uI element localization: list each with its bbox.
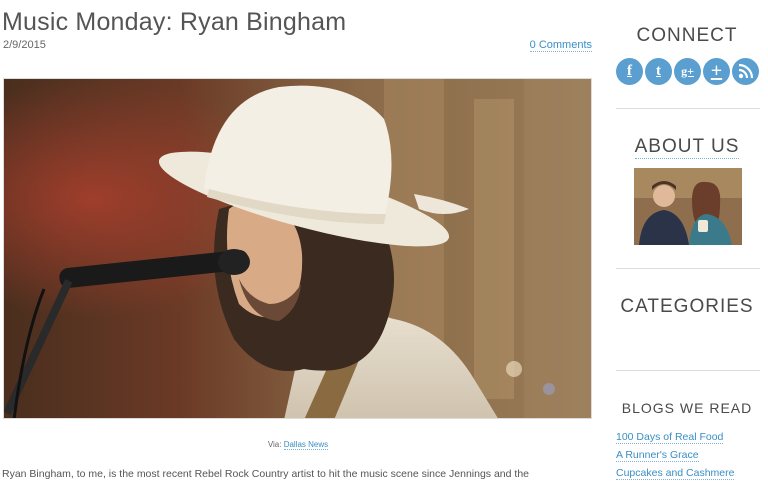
list-item: Cupcakes and Cashmere — [616, 464, 735, 481]
comments-link[interactable]: 0 Comments — [529, 39, 592, 52]
social-icons: f t g+ + — [616, 58, 760, 86]
twitter-icon[interactable]: t — [645, 58, 672, 85]
post-date: 2/9/2015 — [3, 39, 46, 51]
blogs-we-read-title: BLOGS WE READ — [621, 400, 753, 416]
list-item: 100 Days of Real Food — [616, 428, 734, 446]
main-column: Music Monday: Ryan Bingham 2/9/2015 0 Co… — [0, 0, 596, 481]
post-body-text: Ryan Bingham, to me, is the most recent … — [2, 468, 530, 480]
photo-caption: Via: Dallas News — [0, 440, 596, 450]
rss-icon[interactable] — [732, 58, 759, 85]
sidebar-divider — [616, 108, 760, 109]
sidebar-divider — [616, 268, 760, 269]
caption-source-link[interactable]: Dallas News — [283, 440, 329, 450]
sidebar: CONNECT f t g+ + ABOUT US CATEGORIES BLO… — [612, 0, 762, 481]
post-title: Music Monday: Ryan Bingham — [2, 8, 347, 36]
connect-title: CONNECT — [636, 25, 738, 46]
about-us-photo[interactable] — [634, 168, 742, 245]
blog-link[interactable]: A Runner's Grace — [616, 449, 699, 462]
plus-icon[interactable]: + — [703, 58, 730, 85]
sidebar-divider — [616, 370, 760, 371]
blog-link[interactable]: Cupcakes and Cashmere — [616, 467, 735, 480]
post-photo — [3, 78, 592, 419]
about-title[interactable]: ABOUT US — [612, 136, 762, 159]
facebook-icon[interactable]: f — [616, 58, 643, 85]
about-title-link[interactable]: ABOUT US — [634, 136, 740, 159]
caption-prefix: Via: — [267, 440, 284, 449]
blogs-list: 100 Days of Real Food A Runner's Grace C… — [616, 428, 735, 481]
categories-title: CATEGORIES — [620, 296, 754, 317]
blog-link[interactable]: 100 Days of Real Food — [616, 431, 724, 444]
google-plus-icon[interactable]: g+ — [674, 58, 701, 85]
list-item: A Runner's Grace — [616, 446, 734, 464]
